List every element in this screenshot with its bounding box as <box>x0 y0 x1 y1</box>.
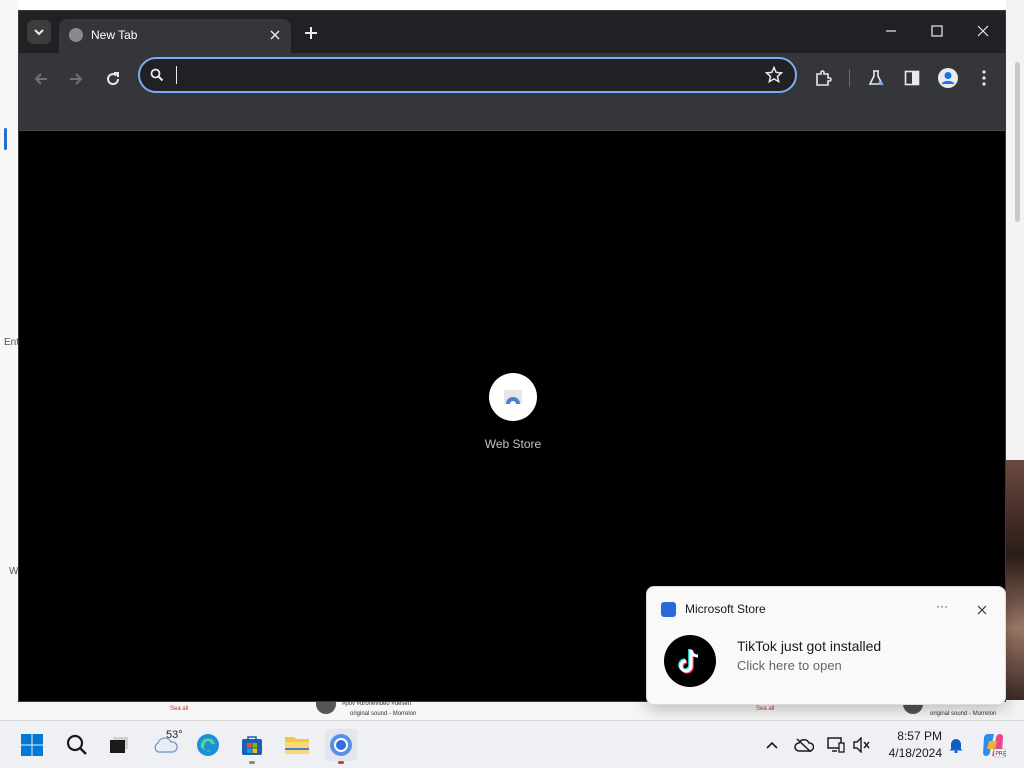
plus-icon <box>305 27 317 39</box>
running-indicator <box>249 761 255 764</box>
extensions-button[interactable] <box>809 64 837 92</box>
toolbar <box>19 53 1005 131</box>
address-input[interactable] <box>174 65 754 85</box>
close-window-button[interactable] <box>963 17 1003 45</box>
reload-icon <box>107 72 120 86</box>
forward-button[interactable] <box>61 64 91 94</box>
onedrive-tray-button[interactable] <box>794 735 814 755</box>
start-button[interactable] <box>16 729 48 761</box>
taskbar-search-button[interactable] <box>61 729 93 761</box>
side-panel-icon <box>904 70 920 86</box>
tab-search-button[interactable] <box>27 20 51 44</box>
task-view-button[interactable] <box>103 729 135 761</box>
background-link[interactable]: Sea all <box>170 706 188 712</box>
title-bar: New Tab <box>19 11 1005 53</box>
microsoft-store-icon <box>661 602 676 617</box>
search-icon <box>150 68 164 82</box>
new-tab-button[interactable] <box>299 21 323 45</box>
labs-button[interactable] <box>862 64 890 92</box>
profile-button[interactable] <box>934 64 962 92</box>
reload-button[interactable] <box>98 64 128 94</box>
clock-time: 8:57 PM <box>897 729 942 743</box>
file-explorer-button[interactable] <box>281 729 313 761</box>
notifications-button[interactable] <box>946 735 966 755</box>
forward-arrow-icon <box>70 73 83 85</box>
chrome-button[interactable] <box>325 729 357 764</box>
close-icon <box>270 30 280 40</box>
task-view-icon <box>110 737 128 753</box>
chevron-down-icon <box>34 29 44 36</box>
copilot-button[interactable]: PRE <box>980 732 1006 758</box>
notification-title: TikTok just got installed <box>737 638 882 654</box>
minimize-button[interactable] <box>871 17 911 45</box>
notification-more-button[interactable]: ··· <box>931 599 953 619</box>
search-icon <box>66 734 87 755</box>
background-caption: original sound - Morrelon <box>350 711 417 717</box>
edge-button[interactable] <box>192 729 224 761</box>
web-store-icon <box>489 373 537 421</box>
cloud-offline-icon <box>794 738 814 752</box>
notification-subtitle: Click here to open <box>737 658 842 673</box>
chevron-up-icon <box>766 741 778 749</box>
maximize-icon <box>931 25 943 37</box>
volume-tray-button[interactable] <box>852 735 872 755</box>
back-arrow-icon <box>34 73 47 85</box>
network-icon <box>827 737 845 753</box>
shortcut-label: Web Store <box>484 437 542 451</box>
microsoft-store-button[interactable] <box>236 729 268 764</box>
clock-date: 4/18/2024 <box>888 746 942 760</box>
shortcut-web-store[interactable]: Web Store <box>473 373 553 451</box>
side-panel-button[interactable] <box>898 64 926 92</box>
globe-icon <box>69 28 83 42</box>
tiktok-logo-icon <box>664 635 716 687</box>
tab-title: New Tab <box>91 28 138 42</box>
tab-close-button[interactable] <box>267 27 283 43</box>
copilot-icon: PRE <box>983 734 1006 758</box>
folder-icon <box>285 737 309 754</box>
taskbar: 53° 8:57 PM 4/18/2024 PRE <box>0 720 1024 768</box>
store-icon <box>242 736 262 755</box>
network-tray-button[interactable] <box>826 735 846 755</box>
running-indicator <box>338 761 344 764</box>
puzzle-icon <box>816 70 832 86</box>
background-caption: original sound - Morrelon <box>930 711 997 717</box>
kebab-menu-icon <box>982 70 986 86</box>
background-scrollbar[interactable] <box>1015 62 1020 222</box>
text-caret <box>176 66 177 84</box>
minimize-icon <box>886 30 896 32</box>
address-bar[interactable] <box>138 57 797 93</box>
notification-app-name: Microsoft Store <box>685 602 766 616</box>
background-text: Ent <box>4 337 20 348</box>
maximize-button[interactable] <box>917 17 957 45</box>
background-selection-indicator <box>4 128 7 150</box>
svg-text:PRE: PRE <box>995 751 1006 758</box>
menu-button[interactable] <box>970 64 998 92</box>
notification-close-button[interactable] <box>972 600 992 620</box>
tab-new-tab[interactable]: New Tab <box>59 19 291 53</box>
back-button[interactable] <box>26 64 56 94</box>
profile-icon <box>938 68 958 88</box>
weather-temperature: 53° <box>166 729 183 741</box>
close-icon <box>977 605 987 615</box>
edge-icon <box>197 734 219 756</box>
notification-toast[interactable]: Microsoft Store ··· TikTok just got inst… <box>646 586 1006 705</box>
windows-logo-icon <box>21 734 43 756</box>
toolbar-separator <box>849 69 850 87</box>
bell-icon <box>949 739 963 753</box>
system-clock[interactable]: 8:57 PM 4/18/2024 <box>876 728 942 762</box>
background-video-thumbnail <box>1006 460 1024 700</box>
close-icon <box>977 25 989 37</box>
star-icon[interactable] <box>765 66 783 84</box>
flask-icon <box>868 70 884 85</box>
show-hidden-icons-button[interactable] <box>762 735 782 755</box>
background-link[interactable]: Sea all <box>756 706 774 712</box>
background-left-pane <box>0 0 18 720</box>
chrome-icon <box>330 734 352 756</box>
volume-muted-icon <box>853 737 870 753</box>
